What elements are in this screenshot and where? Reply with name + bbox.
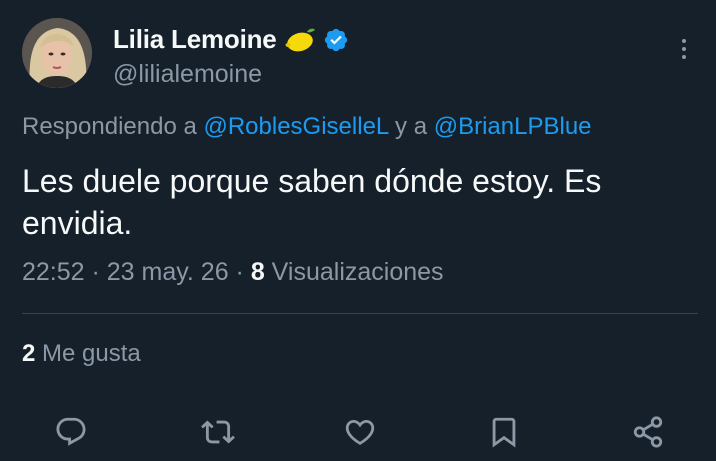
avatar-image	[22, 18, 92, 88]
views-label: Visualizaciones	[264, 258, 444, 286]
avatar[interactable]	[22, 18, 92, 88]
like-button[interactable]	[340, 412, 380, 452]
tweet-text: Les duele porque saben dónde estoy. Es e…	[22, 163, 602, 241]
views-count: 8	[250, 258, 265, 286]
like-icon	[345, 419, 375, 445]
verified-badge-icon[interactable]	[323, 27, 349, 53]
likes-count: 2	[22, 340, 36, 367]
author-handle[interactable]: @lilialemoine	[113, 60, 262, 89]
meta-separator: ·	[84, 258, 107, 286]
reply-button[interactable]	[51, 412, 91, 452]
bookmark-button[interactable]	[484, 412, 524, 452]
share-button[interactable]	[628, 412, 668, 452]
tweet-time[interactable]: 22:52	[22, 258, 85, 286]
author-name-row: Lilia Lemoine	[113, 24, 349, 55]
action-bar	[0, 412, 716, 452]
likes-stat[interactable]: 2 Me gusta	[22, 340, 141, 368]
author-display-name[interactable]: Lilia Lemoine	[113, 24, 277, 55]
lemon-icon	[283, 26, 317, 54]
more-dot-icon	[682, 39, 686, 43]
share-icon	[633, 416, 663, 448]
tweet-detail: Lilia Lemoine @lilialemoine Respondiendo…	[0, 0, 716, 461]
reply-context: Respondiendo a @RoblesGiselleL y a @Bria…	[22, 113, 592, 141]
more-dot-icon	[682, 55, 686, 59]
tweet-date[interactable]: 23 may. 26	[107, 258, 229, 286]
more-options-button[interactable]	[672, 34, 696, 64]
retweet-button[interactable]	[198, 412, 238, 452]
reply-prefix: Respondiendo a	[22, 113, 204, 140]
tweet-meta: 22:52 · 23 may. 26 · 8 Visualizaciones	[22, 258, 444, 287]
divider	[22, 313, 698, 314]
likes-label: Me gusta	[35, 340, 141, 367]
reply-icon	[56, 417, 86, 446]
meta-separator: ·	[228, 258, 251, 286]
bookmark-icon	[492, 417, 516, 448]
mention-link[interactable]: @RoblesGiselleL	[203, 113, 388, 140]
mention-link[interactable]: @BrianLPBlue	[434, 113, 592, 140]
retweet-icon	[201, 420, 235, 444]
reply-connector: y a	[388, 113, 434, 140]
more-dot-icon	[682, 47, 686, 51]
